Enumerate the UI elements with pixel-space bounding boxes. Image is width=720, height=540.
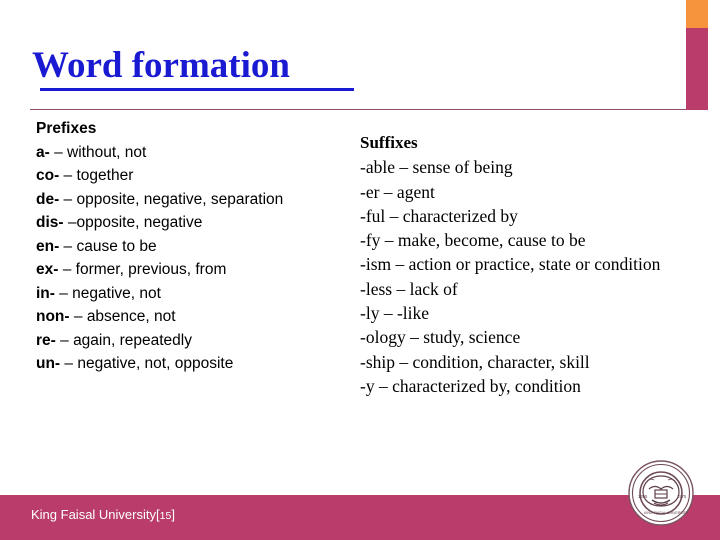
suffix-row: -y – characterized by, condition [360, 375, 581, 396]
page-title-underline [40, 88, 354, 91]
suffixes-column: Suffixes -able – sense of being -er – age… [360, 131, 716, 398]
prefix-affix: in- [36, 284, 55, 302]
page-title: Word formation [32, 45, 290, 86]
prefix-dash: – [59, 237, 77, 255]
prefix-row: ex- – former, previous, from [36, 258, 346, 282]
prefix-affix: a- [36, 143, 50, 161]
svg-text:KING FAISAL UNIVERSITY: KING FAISAL UNIVERSITY [644, 511, 689, 515]
accent-bar-orange [686, 0, 708, 28]
suffixes-list: -able – sense of being -er – agent -ful – … [360, 155, 716, 398]
prefix-affix: dis- [36, 214, 64, 231]
prefix-dash: – [59, 190, 77, 208]
prefix-affix: un- [36, 355, 61, 372]
suffix-row: -ly – -like [360, 303, 430, 324]
prefix-row: a- – without, not [36, 141, 346, 165]
prefix-affix: co- [36, 167, 60, 184]
prefix-dash: – [49, 143, 68, 161]
prefix-affix: de- [36, 190, 60, 208]
prefix-meaning: absence, not [86, 308, 176, 325]
prefix-meaning: cause to be [76, 237, 157, 255]
prefix-row: co- – together [36, 164, 346, 188]
suffix-row: -ism – action or practice, state or cond… [360, 254, 661, 275]
prefixes-heading: Prefixes [36, 120, 97, 137]
suffix-row: -ship – condition, character, skill [360, 351, 590, 372]
prefix-affix: re- [36, 331, 56, 349]
prefix-row: un- – negative, not, opposite [36, 352, 346, 376]
prefixes-column: Prefixes a- – without, not co- – together… [36, 117, 346, 376]
footer-caption: King Faisal University[15] [31, 506, 175, 525]
prefix-dash: – [58, 261, 76, 278]
prefix-row: de- – opposite, negative, separation [36, 188, 346, 212]
prefix-affix: ex- [36, 261, 59, 278]
suffix-row: -er – agent [360, 181, 435, 202]
prefix-dash: – [69, 308, 87, 325]
prefix-affix: non- [36, 308, 70, 325]
suffix-row: -less – lack of [360, 278, 458, 299]
king-faisal-university-seal-icon: 1395 1975 KING FAISAL UNIVERSITY [628, 460, 694, 526]
prefix-meaning: opposite, negative, separation [76, 190, 284, 208]
prefix-dash: – [60, 355, 78, 372]
suffix-row: -ful – characterized by [360, 205, 518, 226]
prefix-meaning: negative, not, opposite [77, 355, 234, 372]
prefix-row: en- – cause to be [36, 235, 346, 259]
header-divider [30, 109, 686, 110]
prefix-meaning: opposite, negative [76, 214, 203, 231]
suffix-row: -able – sense of being [360, 157, 513, 178]
prefix-meaning: together [76, 167, 134, 184]
prefix-row: re- – again, repeatedly [36, 329, 346, 353]
prefix-dash: – [55, 331, 74, 349]
prefix-meaning: without, not [67, 143, 147, 161]
prefix-dash: – [63, 214, 77, 231]
svg-text:1395: 1395 [638, 494, 648, 499]
suffixes-heading: Suffixes [360, 133, 418, 152]
prefix-meaning: negative, not [72, 284, 161, 302]
slide-canvas: Word formation Prefixes a- – without, no… [0, 0, 720, 540]
prefix-dash: – [54, 284, 73, 302]
prefix-dash: – [59, 167, 77, 184]
footer-institution: King Faisal University [31, 507, 156, 522]
svg-text:1975: 1975 [677, 494, 687, 499]
footer-page-number: 15 [159, 510, 172, 522]
suffix-row: -ology – study, science [360, 327, 521, 348]
footer-bracket-close: ] [171, 507, 175, 522]
accent-bar-magenta [686, 28, 708, 110]
prefix-row: non- – absence, not [36, 305, 346, 329]
prefix-meaning: former, previous, from [75, 261, 227, 278]
prefix-row: in- – negative, not [36, 282, 346, 306]
suffix-row: -fy – make, become, cause to be [360, 230, 586, 251]
prefix-row: dis- –opposite, negative [36, 211, 346, 235]
prefixes-list: a- – without, not co- – together de- – opp… [36, 141, 346, 376]
prefix-affix: en- [36, 237, 60, 255]
prefix-meaning: again, repeatedly [73, 331, 192, 349]
